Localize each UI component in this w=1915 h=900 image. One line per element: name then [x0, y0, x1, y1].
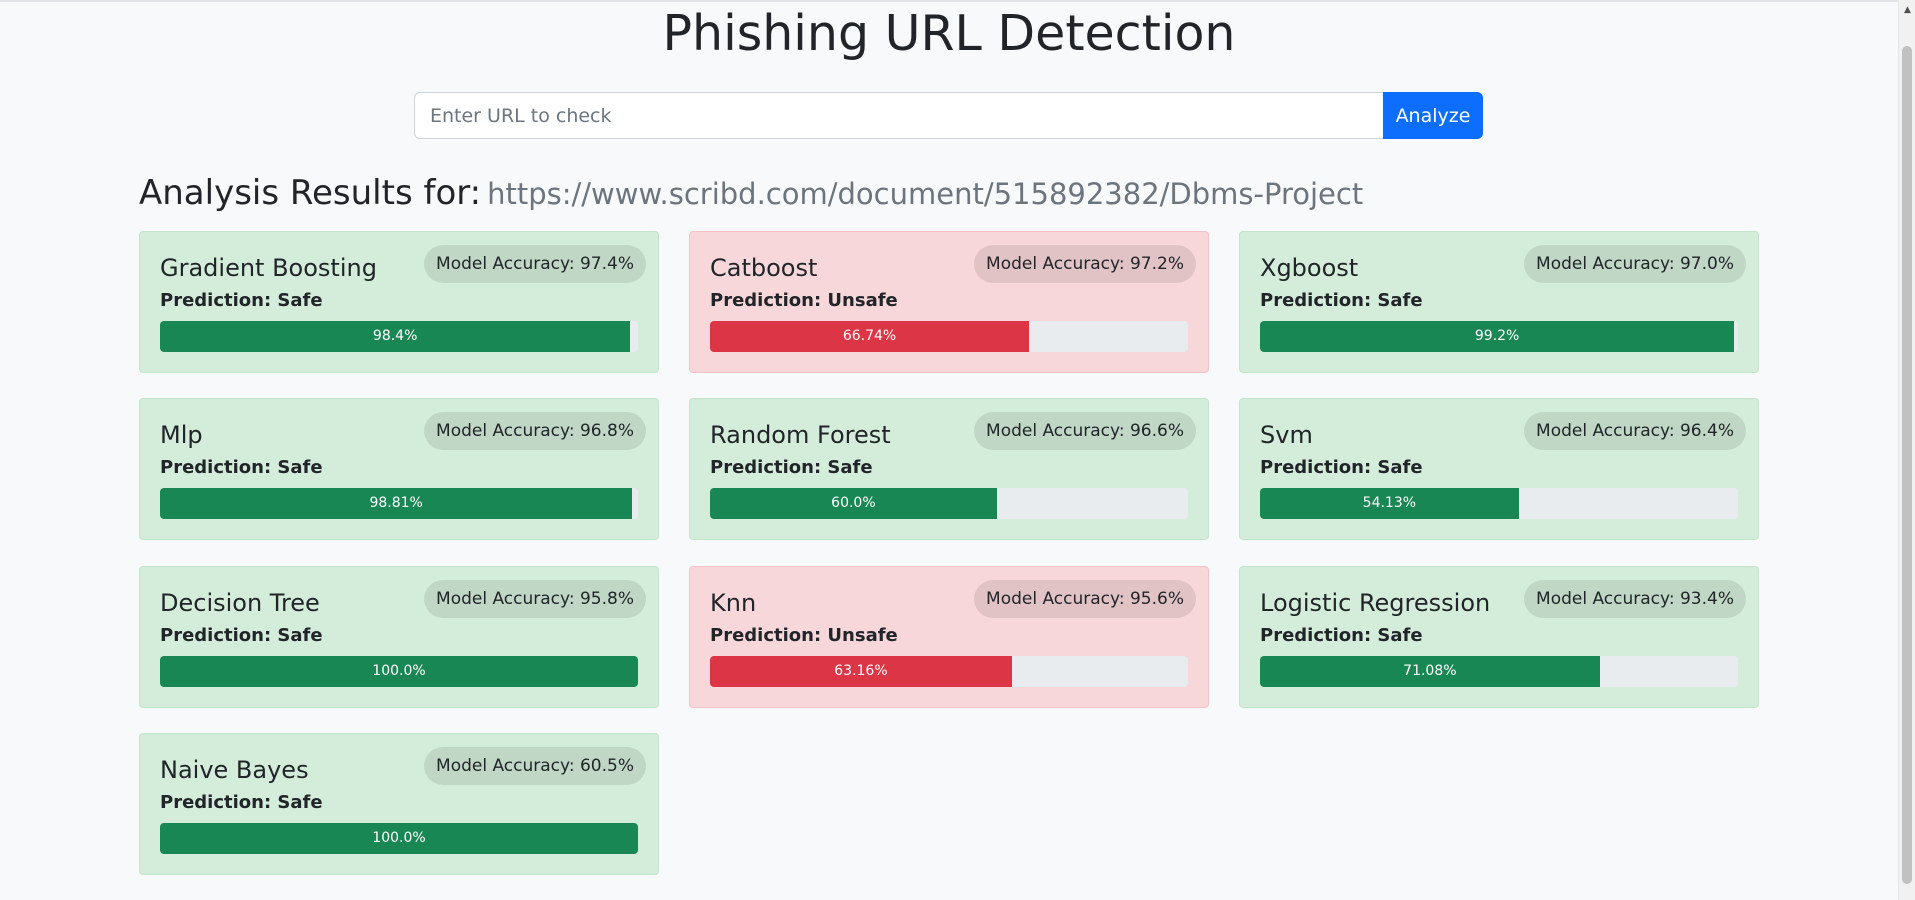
model-name: Decision Tree: [160, 589, 320, 617]
model-accuracy-badge: Model Accuracy: 96.8%: [424, 412, 646, 450]
url-input[interactable]: [414, 92, 1383, 139]
model-accuracy-badge: Model Accuracy: 96.6%: [974, 412, 1196, 450]
model-accuracy-badge: Model Accuracy: 95.6%: [974, 580, 1196, 618]
page-title: Phishing URL Detection: [662, 5, 1236, 62]
prediction-label: Prediction: Safe: [160, 625, 323, 646]
confidence-bar: 98.81%: [160, 488, 633, 519]
model-name: Knn: [710, 589, 757, 617]
confidence-progress: 60.0%: [710, 488, 1188, 519]
model-card: Naive Bayes Model Accuracy: 60.5% Predicti…: [139, 733, 659, 875]
confidence-progress: 71.08%: [1260, 656, 1738, 687]
model-card: Logistic Regression Model Accuracy: 93.4%…: [1239, 566, 1759, 708]
model-accuracy-badge: Model Accuracy: 60.5%: [424, 747, 646, 785]
model-card: Random Forest Model Accuracy: 96.6% Predic…: [689, 398, 1209, 540]
search-form: Analyze: [414, 92, 1483, 139]
model-accuracy-badge: Model Accuracy: 97.2%: [974, 245, 1196, 283]
analyzed-url: https://www.scribd.com/document/51589238…: [487, 177, 1364, 211]
model-name: Logistic Regression: [1260, 589, 1491, 617]
model-name: Random Forest: [710, 421, 891, 449]
prediction-label: Prediction: Safe: [160, 792, 323, 813]
confidence-bar: 98.4%: [160, 321, 631, 352]
confidence-progress: 99.2%: [1260, 321, 1738, 352]
model-name: Mlp: [160, 421, 203, 449]
confidence-bar: 71.08%: [1260, 656, 1600, 687]
model-accuracy-badge: Model Accuracy: 93.4%: [1524, 580, 1746, 618]
model-name: Svm: [1260, 421, 1313, 449]
prediction-label: Prediction: Unsafe: [710, 290, 898, 311]
top-border: [0, 0, 1915, 2]
results-heading-label: Analysis Results for:: [139, 173, 482, 213]
confidence-progress: 66.74%: [710, 321, 1188, 352]
model-name: Gradient Boosting: [160, 254, 377, 282]
model-name: Xgboost: [1260, 254, 1359, 282]
confidence-bar: 60.0%: [710, 488, 997, 519]
model-name: Naive Bayes: [160, 756, 309, 784]
prediction-label: Prediction: Safe: [710, 457, 873, 478]
confidence-bar: 54.13%: [1260, 488, 1519, 519]
model-accuracy-badge: Model Accuracy: 97.4%: [424, 245, 646, 283]
scrollbar-thumb[interactable]: [1902, 46, 1912, 884]
model-accuracy-badge: Model Accuracy: 95.8%: [424, 580, 646, 618]
results-heading: Analysis Results for: https://www.scribd.…: [139, 171, 1363, 216]
model-card: Xgboost Model Accuracy: 97.0% Prediction: …: [1239, 231, 1759, 373]
vertical-scrollbar[interactable]: ▲: [1898, 0, 1915, 900]
prediction-label: Prediction: Safe: [160, 290, 323, 311]
prediction-label: Prediction: Safe: [1260, 457, 1423, 478]
model-card: Decision Tree Model Accuracy: 95.8% Predic…: [139, 566, 659, 708]
scroll-up-arrow-icon[interactable]: ▲: [1899, 4, 1915, 16]
model-card: Knn Model Accuracy: 95.6% Prediction: Unsa…: [689, 566, 1209, 708]
confidence-progress: 98.4%: [160, 321, 638, 352]
confidence-progress: 98.81%: [160, 488, 638, 519]
confidence-bar: 66.74%: [710, 321, 1030, 352]
model-card: Gradient Boosting Model Accuracy: 97.4% Pr…: [139, 231, 659, 373]
confidence-bar: 99.2%: [1260, 321, 1735, 352]
prediction-label: Prediction: Unsafe: [710, 625, 898, 646]
confidence-bar: 100.0%: [160, 656, 638, 687]
model-accuracy-badge: Model Accuracy: 96.4%: [1524, 412, 1746, 450]
prediction-label: Prediction: Safe: [1260, 625, 1423, 646]
prediction-label: Prediction: Safe: [1260, 290, 1423, 311]
confidence-progress: 100.0%: [160, 823, 638, 854]
confidence-progress: 100.0%: [160, 656, 638, 687]
confidence-bar: 63.16%: [710, 656, 1012, 687]
confidence-progress: 54.13%: [1260, 488, 1738, 519]
confidence-bar: 100.0%: [160, 823, 638, 854]
model-accuracy-badge: Model Accuracy: 97.0%: [1524, 245, 1746, 283]
analyze-button[interactable]: Analyze: [1383, 92, 1483, 139]
model-name: Catboost: [710, 254, 818, 282]
confidence-progress: 63.16%: [710, 656, 1188, 687]
model-card: Mlp Model Accuracy: 96.8% Prediction: Safe…: [139, 398, 659, 540]
model-card: Svm Model Accuracy: 96.4% Prediction: Safe…: [1239, 398, 1759, 540]
model-card: Catboost Model Accuracy: 97.2% Prediction:…: [689, 231, 1209, 373]
prediction-label: Prediction: Safe: [160, 457, 323, 478]
